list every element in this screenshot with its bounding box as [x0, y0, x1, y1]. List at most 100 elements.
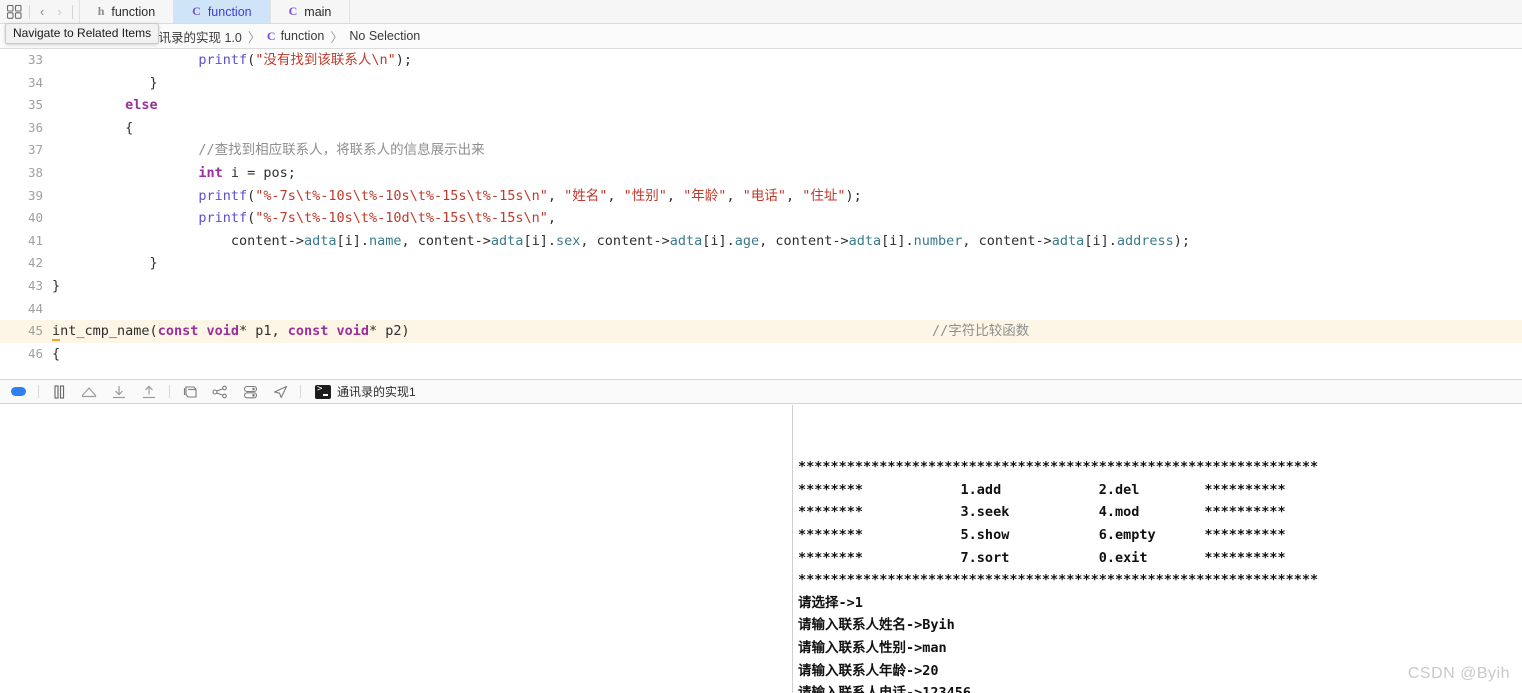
stop-button[interactable] [8, 383, 28, 401]
code-token: } [52, 277, 61, 294]
line-number: 42 [27, 255, 43, 271]
code-token: ); [1173, 232, 1190, 249]
line-number: 35 [27, 97, 43, 113]
navigate-forward-button[interactable]: › [54, 5, 64, 18]
console-line: ******** 5.show 6.empty ********** [798, 526, 1286, 543]
code-line-35[interactable]: 35 else [0, 94, 1522, 117]
scheme-label: 通讯录的实现1 [337, 385, 416, 399]
line-number: 40 [27, 210, 43, 226]
line-number: 39 [27, 187, 43, 203]
code-token: printf [198, 210, 248, 227]
line-number: 38 [27, 164, 43, 180]
variables-pane[interactable] [0, 405, 793, 693]
line-number: 34 [27, 74, 43, 90]
code-line-partial [0, 365, 1522, 375]
tab-function-1[interactable]: Cfunction [174, 0, 271, 23]
code-line-33[interactable]: 33 printf("没有找到该联系人\n"); [0, 49, 1522, 72]
code-line-text: } [52, 252, 1522, 275]
debug-area: ****************************************… [0, 405, 1522, 693]
code-token: "性别" [623, 187, 667, 204]
code-token: printf [198, 52, 248, 68]
code-line-45[interactable]: 45 int_cmp_name(const void* p1, const voi… [0, 320, 1522, 343]
code-token: ( [149, 323, 158, 340]
code-line-text: int i = pos; [52, 162, 1522, 185]
code-token: , content-> [580, 232, 670, 249]
console-line: ******** 3.seek 4.mod ********** [798, 504, 1286, 521]
tab-label: function [207, 4, 252, 19]
tab-bar: ‹ › h function Cfunction Cmain [0, 0, 1522, 24]
code-line-43[interactable]: 43} [0, 275, 1522, 298]
code-token: i = pos; [222, 164, 296, 181]
console-line: ****************************************… [798, 459, 1319, 476]
code-token: } [149, 74, 158, 91]
debug-memory-graph-button[interactable] [210, 383, 230, 401]
active-scheme[interactable]: 通讯录的实现1 [315, 383, 416, 400]
code-token: [i]. [523, 232, 556, 249]
debug-toolbar: 通讯录的实现1 [0, 379, 1522, 404]
code-line-36[interactable]: 36 { [0, 117, 1522, 140]
code-token: //查找到相应联系人，将联系人的信息展示出来 [198, 142, 485, 159]
line-number: 43 [27, 277, 43, 293]
divider [169, 385, 170, 398]
line-number: 46 [27, 345, 43, 361]
tooltip-navigate-to-related-items: Navigate to Related Items [5, 23, 160, 44]
tooltip-text: Navigate to Related Items [13, 26, 152, 40]
code-line-text: } [52, 72, 1522, 95]
c-file-icon: C [192, 4, 201, 18]
code-line-40[interactable]: 40 printf("%-7s\t%-10s\t%-10d\t%-15s\t%-… [0, 207, 1522, 230]
code-token: "没有找到该联系人\n" [255, 52, 396, 68]
breadcrumb: 通讯录的实现〉通讯录的实现 1.0〉Cfunction〉No Selection [0, 24, 1522, 49]
code-trailing-comment: //字符比较函数 [932, 323, 1030, 340]
code-token: "%-7s\t%-10s\t%-10s\t%-15s\t%-15s\n" [255, 187, 548, 204]
tab-main-2[interactable]: Cmain [271, 0, 351, 23]
code-line-44[interactable]: 44 [0, 298, 1522, 321]
breadcrumb-separator: 〉 [247, 29, 261, 45]
line-number: 41 [27, 232, 43, 248]
code-token: adta [1051, 232, 1085, 249]
console-line: 请输入联系人姓名->Byih [798, 617, 955, 634]
code-line-37[interactable]: 37 //查找到相应联系人，将联系人的信息展示出来 [0, 139, 1522, 162]
step-out-button[interactable] [139, 383, 159, 401]
editor-tabs: h function Cfunction Cmain [78, 0, 1522, 23]
related-items-grid-icon[interactable] [6, 4, 22, 19]
environment-overrides-button[interactable] [240, 383, 260, 401]
console-line: ******** 7.sort 0.exit ********** [798, 549, 1286, 566]
code-token: "电话" [742, 187, 786, 204]
console-output-pane[interactable]: ****************************************… [793, 405, 1522, 693]
tab-bar-left-controls: ‹ › [0, 0, 79, 23]
code-token: adta [848, 232, 882, 249]
code-token: number [913, 232, 963, 249]
code-token: [i]. [1084, 232, 1117, 249]
code-token: sex [555, 232, 581, 249]
code-line-42[interactable]: 42 } [0, 252, 1522, 275]
code-token: , [726, 187, 743, 204]
line-number: 44 [27, 300, 43, 316]
pause-continue-button[interactable] [49, 383, 69, 401]
code-token: , [607, 187, 624, 204]
console-line: 请输入联系人性别->man [798, 639, 947, 656]
header-file-icon: h [97, 4, 105, 18]
code-token: * p2) [369, 323, 410, 340]
code-editor[interactable]: 33 printf("没有找到该联系人\n"); 34 } 35 else 36 {3… [0, 49, 1522, 379]
line-number: 45 [27, 323, 43, 339]
code-line-41[interactable]: 41 content->adta[i].name, content->adta[… [0, 230, 1522, 253]
code-token: , [785, 187, 803, 204]
breadcrumb-item-2[interactable]: Cfunction [267, 29, 324, 44]
code-token: ( [247, 187, 256, 204]
debug-view-hierarchy-button[interactable] [180, 383, 200, 401]
code-token: , content-> [759, 232, 849, 249]
code-line-34[interactable]: 34 } [0, 72, 1522, 95]
navigate-back-button[interactable]: ‹ [37, 5, 47, 18]
breadcrumb-separator: 〉 [330, 29, 344, 45]
code-line-38[interactable]: 38 int i = pos; [0, 162, 1522, 185]
breadcrumb-item-3[interactable]: No Selection [349, 29, 420, 43]
simulate-location-button[interactable] [270, 383, 290, 401]
step-into-button[interactable] [109, 383, 129, 401]
code-line-39[interactable]: 39 printf("%-7s\t%-10s\t%-10s\t%-15s\t%-… [0, 185, 1522, 208]
code-line-46[interactable]: 46 { [0, 343, 1522, 366]
tab-function-0[interactable]: h function [78, 0, 175, 23]
code-token: const void [157, 323, 239, 340]
code-token: age [734, 232, 760, 249]
step-over-button[interactable] [79, 383, 99, 401]
line-number: 36 [27, 119, 43, 135]
